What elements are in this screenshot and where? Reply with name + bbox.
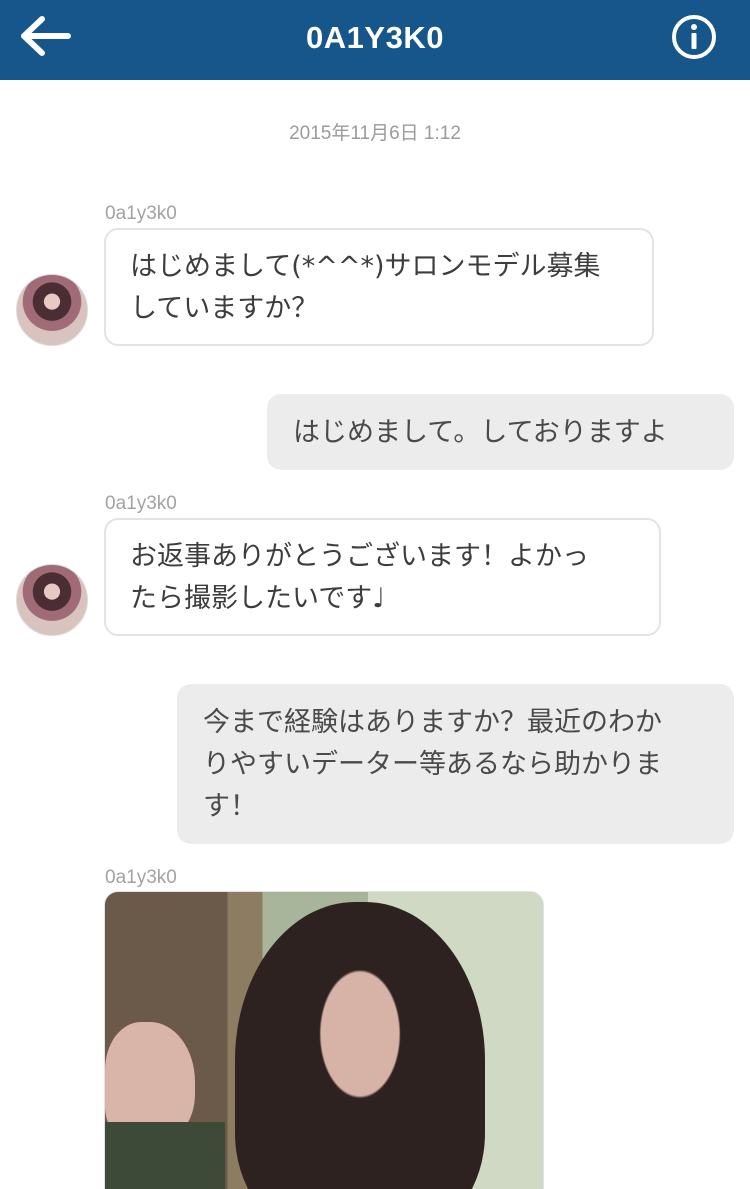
sender-avatar[interactable] <box>16 274 88 346</box>
photo-detail <box>105 1122 225 1189</box>
photo-subject <box>235 902 485 1189</box>
message-line: たら撮影したいです♩ <box>130 583 385 614</box>
outgoing-message-bubble: はじめまして。しておりますよ <box>267 394 734 470</box>
sender-name: 0a1y3k0 <box>105 867 177 888</box>
sender-name: 0a1y3k0 <box>105 493 177 514</box>
info-circle-icon <box>672 15 716 59</box>
message-thread[interactable]: 2015年11月6日 1:12 0a1y3k0 はじめまして(*^^*)サロンモ… <box>0 80 750 1189</box>
message-line: はじめまして(*^^*)サロンモデル募集 <box>130 251 601 282</box>
top-navigation-bar: 0A1Y3K0 <box>0 0 750 80</box>
sender-avatar[interactable] <box>16 564 88 636</box>
incoming-message-bubble: はじめまして(*^^*)サロンモデル募集 していますか？ <box>104 228 654 346</box>
message-timestamp: 2015年11月6日 1:12 <box>289 123 461 144</box>
info-button[interactable] <box>670 13 718 61</box>
conversation-title: 0A1Y3K0 <box>306 20 444 55</box>
message-line: りやすいデーター等あるなら助かりま <box>203 749 662 780</box>
message-line: はじめまして。しておりますよ <box>293 417 668 448</box>
sender-name: 0a1y3k0 <box>105 203 177 224</box>
message-line: 今まで経験はありますか？最近のわか <box>203 707 662 738</box>
message-line: す！ <box>203 791 257 822</box>
message-line: お返事ありがとうございます！よかっ <box>130 541 589 572</box>
incoming-message-bubble: お返事ありがとうございます！よかっ たら撮影したいです♩ <box>104 518 661 636</box>
message-line: していますか？ <box>130 293 319 324</box>
photo-attachment[interactable] <box>104 891 544 1189</box>
outgoing-message-bubble: 今まで経験はありますか？最近のわか りやすいデーター等あるなら助かりま す！ <box>177 684 734 844</box>
